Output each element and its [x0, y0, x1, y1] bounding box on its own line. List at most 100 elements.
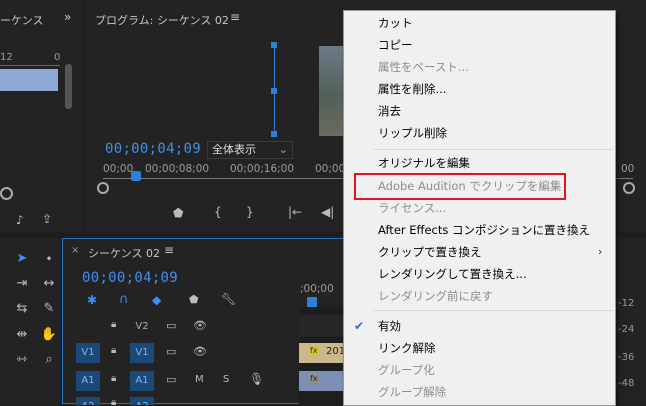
panel-menu-icon[interactable]: ≡: [230, 10, 240, 24]
step-back-button[interactable]: ◀|: [321, 205, 334, 219]
eye-icon[interactable]: 👁︎: [193, 319, 207, 332]
go-to-in-button[interactable]: |←: [288, 205, 302, 219]
marker-icon[interactable]: ⬟: [189, 293, 199, 306]
ruler-label-2: 00;00;16;00: [230, 163, 295, 175]
ruler-tick-right: 0: [54, 52, 61, 63]
zoom-tool-icon[interactable]: ⌕: [40, 351, 58, 369]
menu-item-remove-attributes[interactable]: 属性を削除...: [378, 79, 446, 99]
rolling-edit-tool-icon[interactable]: ↔: [40, 275, 58, 293]
menu-item-clear[interactable]: 消去: [378, 101, 401, 121]
context-menu: カット コピー 属性をペースト... 属性を削除... 消去 リップル削除 オリ…: [343, 10, 616, 406]
menu-item-cut[interactable]: カット: [378, 13, 413, 33]
menu-item-group: グループ化: [378, 363, 435, 377]
export-icon[interactable]: ⇪: [42, 212, 52, 226]
music-note-icon[interactable]: ♪: [16, 213, 24, 227]
menu-separator: [374, 310, 613, 311]
close-icon[interactable]: ×: [71, 245, 79, 256]
menu-item-copy[interactable]: コピー: [378, 35, 413, 55]
program-timecode[interactable]: 00;00;04;09: [105, 141, 201, 157]
timeline-timecode[interactable]: 00;00;04;09: [82, 270, 178, 286]
linked-selection-icon[interactable]: ∩: [119, 292, 129, 307]
source-patch-a1[interactable]: A1: [76, 371, 100, 391]
menu-item-render-and-replace[interactable]: レンダリングして置き換え...: [378, 264, 527, 284]
selection-tool-icon[interactable]: ➤: [13, 250, 31, 268]
menu-item-enable[interactable]: 有効: [378, 316, 401, 336]
zoom-select-value: 全体表示: [212, 143, 256, 156]
add-marker-icon[interactable]: ◆: [152, 293, 161, 307]
source-clip-bar[interactable]: [0, 69, 58, 91]
source-panel-title[interactable]: ーケンス: [0, 12, 43, 28]
video-frame: [319, 46, 343, 136]
slide-tool-icon[interactable]: ⇿: [13, 351, 31, 369]
menu-item-restore-unrendered: レンダリング前に戻す: [378, 289, 493, 303]
track-select-tool-icon[interactable]: ⬩: [40, 250, 58, 268]
menu-separator: [374, 149, 613, 150]
zoom-handle-left-icon[interactable]: [97, 182, 109, 194]
fx-badge: fx: [309, 346, 319, 355]
meter-label-24: -24: [618, 324, 635, 335]
menu-item-license: ライセンス...: [378, 201, 447, 215]
menu-item-ungroup: グループ解除: [378, 385, 447, 399]
camera-icon[interactable]: ▭: [166, 345, 176, 358]
eye-icon[interactable]: 👁︎: [193, 345, 207, 358]
timeline-playhead[interactable]: [307, 297, 317, 307]
transform-handle-mid[interactable]: [271, 88, 277, 94]
marker-button[interactable]: ⬟: [173, 206, 183, 220]
menu-item-replace-with-ae-comp[interactable]: After Effects コンポジションに置き換え: [378, 220, 590, 240]
ruler-tick-left: 12: [0, 52, 13, 63]
ruler-label-right: 00: [621, 163, 635, 175]
sync-lock-icon[interactable]: ▭: [166, 373, 176, 386]
timeline-ruler-start: ;00;00: [300, 283, 334, 295]
track-target-v1[interactable]: V1: [130, 343, 154, 363]
microphone-icon[interactable]: 🎙︎: [249, 372, 264, 386]
ripple-edit-tool-icon[interactable]: ⇥: [13, 275, 31, 293]
source-scroll-handle-icon[interactable]: [0, 187, 13, 200]
zoom-handle-right-icon[interactable]: [623, 182, 635, 194]
meter-label-12: -12: [618, 298, 635, 309]
source-scrollbar[interactable]: [65, 64, 72, 109]
camera-icon[interactable]: ▭: [166, 319, 176, 332]
track-target-a1[interactable]: A1: [130, 371, 154, 391]
ruler-label-0: 00;00: [103, 163, 134, 175]
timeline-menu-icon[interactable]: ≡: [164, 243, 174, 257]
menu-item-replace-with-clip[interactable]: クリップで置き換え: [378, 242, 482, 262]
chevron-down-icon: ⌄: [278, 143, 288, 156]
lock-icon[interactable]: 🔒︎: [111, 319, 116, 330]
source-patch-v1[interactable]: V1: [76, 343, 100, 363]
snap-icon[interactable]: ✱: [87, 293, 97, 307]
menu-item-edit-original[interactable]: オリジナルを編集: [378, 153, 470, 173]
menu-item-paste-attributes: 属性をペースト...: [378, 60, 469, 74]
meter-label-36: -36: [618, 352, 635, 363]
source-panel: ーケンス » 12 0 ♪ ⇪: [0, 0, 83, 232]
lock-icon[interactable]: 🔒︎: [111, 345, 116, 356]
overflow-chevron-icon[interactable]: »: [64, 10, 71, 24]
mark-out-button[interactable]: }: [246, 205, 254, 219]
transform-handle-top[interactable]: [271, 42, 277, 48]
menu-item-unlink[interactable]: リンク解除: [378, 338, 436, 358]
source-ruler-line: [0, 65, 60, 66]
pen-tool-icon[interactable]: ✎: [40, 300, 58, 318]
rate-stretch-tool-icon[interactable]: ⇆: [13, 300, 31, 318]
highlight-box: [354, 173, 566, 200]
track-row-v1: V1 🔒︎ V1 ▭ 👁︎: [63, 342, 299, 364]
fx-badge: fx: [309, 374, 319, 383]
program-monitor-title[interactable]: プログラム: シーケンス 02: [95, 12, 229, 28]
track-row-a1: A1 🔒︎ A1 ▭ M S 🎙︎: [63, 370, 299, 392]
mark-in-button[interactable]: {: [214, 205, 222, 219]
mute-button[interactable]: M: [195, 374, 204, 385]
checkmark-icon: ✔: [354, 319, 365, 333]
solo-button[interactable]: S: [223, 374, 229, 385]
zoom-select[interactable]: 全体表示 ⌄: [207, 141, 293, 159]
lock-icon[interactable]: 🔒︎: [111, 373, 116, 384]
timeline-panel: × シーケンス 02 ≡ 00;00;04;09 ✱ ∩ ◆ ⬟ 🔧︎ ;00;…: [62, 238, 362, 405]
slip-tool-icon[interactable]: ⇹: [13, 326, 31, 344]
track-target-v2[interactable]: V2: [130, 317, 154, 337]
tools-panel: ➤ ⬩ ⇥ ↔ ⇆ ✎ ⇹ ✋ ⇿ ⌕: [0, 238, 60, 404]
hand-tool-icon[interactable]: ✋: [40, 326, 58, 344]
transform-handle-bottom[interactable]: [271, 131, 277, 137]
timeline-title[interactable]: シーケンス 02: [88, 245, 160, 261]
playhead-marker[interactable]: [131, 171, 141, 181]
ruler-label-1: 00;00;08;00: [145, 163, 210, 175]
wrench-icon[interactable]: 🔧︎: [221, 292, 236, 306]
menu-item-ripple-delete[interactable]: リップル削除: [378, 123, 447, 143]
